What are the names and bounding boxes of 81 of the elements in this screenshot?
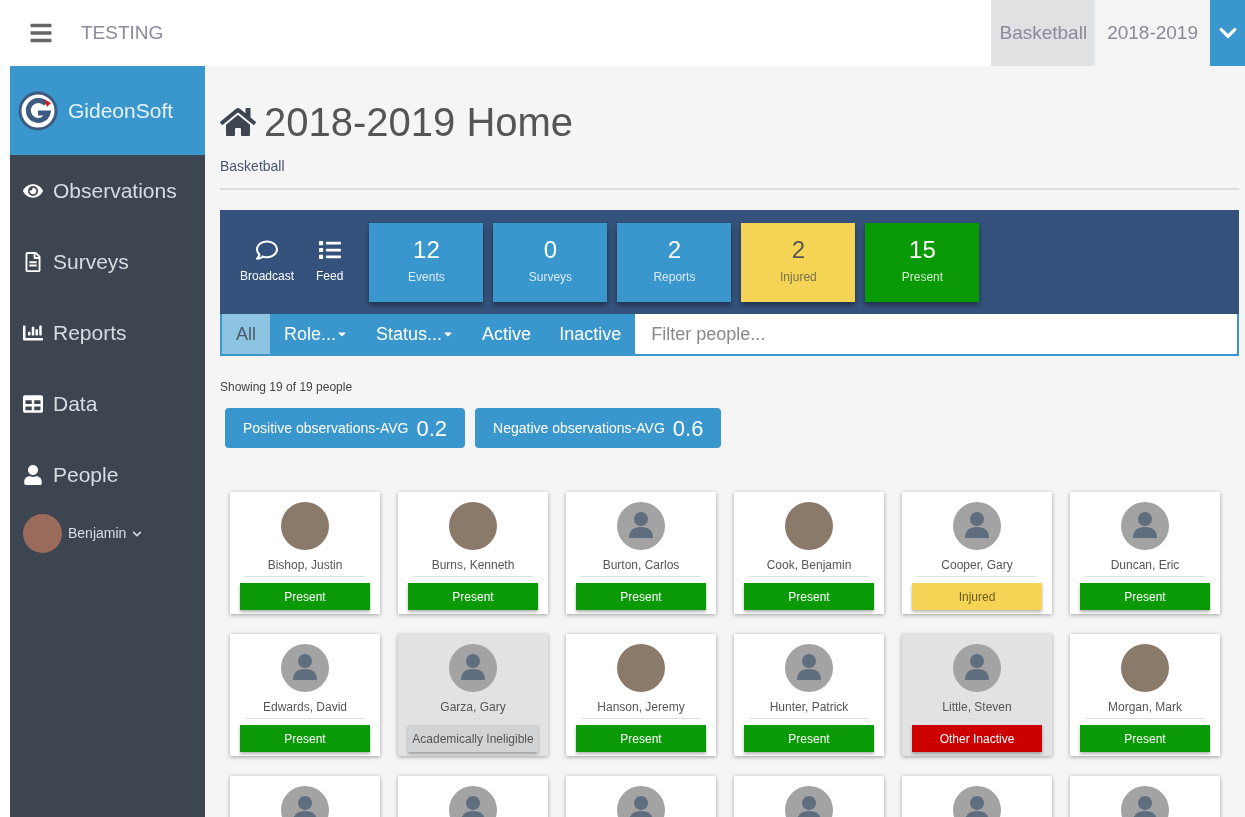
person-name: Edwards, David (262, 699, 347, 716)
person-card[interactable]: Cooper, Gary Injured (902, 492, 1052, 614)
person-card[interactable]: Little, Steven Other Inactive (902, 634, 1052, 756)
stat-value: 2 (667, 238, 682, 262)
person-silhouette-icon (953, 502, 1001, 550)
person-card[interactable]: Edwards, David Present (230, 634, 380, 756)
person-name: Garza, Gary (440, 699, 506, 716)
menu-icon[interactable] (28, 21, 54, 45)
sidebar-item[interactable]: Data (10, 368, 205, 439)
status-badge: Injured (912, 583, 1042, 610)
person-silhouette-icon (785, 644, 833, 692)
status-badge: Present (240, 725, 370, 752)
average-badge: Positive observations-AVG 0.2 (225, 408, 466, 448)
person-name: Burton, Carlos (602, 557, 680, 574)
average-badge: Negative observations-AVG 0.6 (475, 408, 722, 448)
list-icon (317, 239, 342, 261)
stat-value: 15 (909, 238, 936, 262)
app-title: TESTING (81, 20, 164, 45)
stat-label: Events (408, 269, 445, 286)
person-name: Bishop, Justin (267, 557, 343, 574)
person-card[interactable]: Morgan, Mark Present (1070, 634, 1220, 756)
action-button[interactable]: Broadcast (240, 239, 295, 285)
person-silhouette-icon (1121, 502, 1169, 550)
status-badge: Present (240, 583, 370, 610)
stat-label: Surveys (528, 269, 573, 286)
person-card[interactable]: Garza, Gary Academically Ineligible (398, 634, 548, 756)
person-card[interactable]: Burns, Kenneth Present (398, 492, 548, 614)
status-badge: Present (1080, 583, 1210, 610)
person-name: Little, Steven (942, 699, 1012, 716)
stat-value: 12 (413, 238, 440, 262)
results-count: Showing 19 of 19 people (220, 379, 354, 396)
person-icon (23, 464, 43, 485)
person-silhouette-icon (281, 644, 329, 692)
person-card[interactable]: Duncan, Eric Present (1070, 492, 1220, 614)
brand-name: GideonSoft (68, 97, 174, 124)
person-card[interactable]: Hanson, Jeremy Present (566, 634, 716, 756)
sidebar-item[interactable]: Surveys (10, 226, 205, 297)
stat-tile[interactable]: 15 Present (865, 222, 980, 302)
sidebar-item[interactable]: Reports (10, 297, 205, 368)
user-menu[interactable]: Benjamin (10, 514, 205, 553)
stat-value: 2 (791, 238, 806, 262)
sidebar-item[interactable]: Observations (10, 155, 205, 226)
status-badge: Present (744, 725, 874, 752)
stat-label: Reports (653, 269, 696, 286)
status-badge: Present (576, 583, 706, 610)
status-badge: Present (576, 725, 706, 752)
speech-bubble-icon (255, 239, 279, 261)
person-silhouette-icon (449, 644, 497, 692)
stat-tile[interactable]: 2 Injured (741, 222, 856, 302)
logo-icon (18, 90, 58, 131)
sidebar-item[interactable]: People (10, 439, 205, 510)
chevron-down-icon (132, 528, 143, 539)
person-card[interactable]: Burton, Carlos Present (566, 492, 716, 614)
person-card[interactable]: Bishop, Justin Present (230, 492, 380, 614)
document-icon (23, 251, 43, 272)
person-card[interactable]: Hunter, Patrick Present (734, 634, 884, 756)
stat-label: Injured (780, 269, 817, 286)
person-silhouette-icon (953, 644, 1001, 692)
person-name: Burns, Kenneth (431, 557, 515, 574)
photo-placeholder (23, 514, 62, 553)
status-badge: Other Inactive (912, 725, 1042, 752)
stat-value: 0 (543, 238, 558, 262)
person-name: Hanson, Jeremy (597, 699, 685, 716)
person-silhouette-icon (617, 502, 665, 550)
table-icon (23, 393, 43, 414)
page-subtitle: Basketball (220, 157, 286, 176)
status-badge: Present (744, 583, 874, 610)
dropdown-button[interactable] (1210, 0, 1245, 66)
stat-label: Present (901, 269, 944, 286)
person-name: Duncan, Eric (1110, 557, 1180, 574)
person-name: Cooper, Gary (941, 557, 1013, 574)
person-card[interactable]: Cook, Benjamin Present (734, 492, 884, 614)
page-title: 2018-2019 Home (264, 102, 574, 142)
home-icon (220, 106, 256, 138)
status-badge: Academically Ineligible (408, 725, 538, 752)
person-name: Morgan, Mark (1108, 699, 1182, 716)
action-button[interactable]: Feed (316, 239, 344, 285)
status-badge: Present (408, 583, 538, 610)
person-name: Hunter, Patrick (769, 699, 849, 716)
status-badge: Present (1080, 725, 1210, 752)
person-name: Cook, Benjamin (766, 557, 852, 574)
